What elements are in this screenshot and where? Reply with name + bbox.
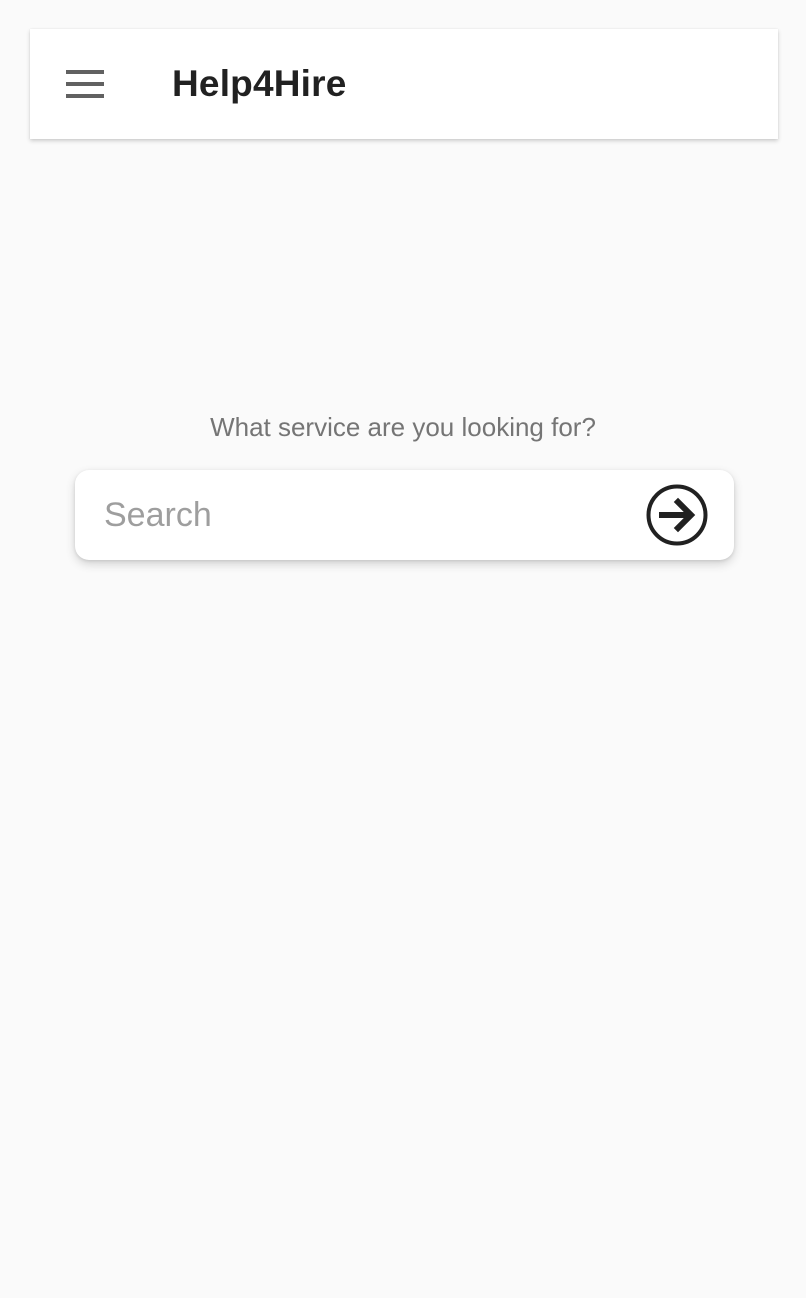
hamburger-menu-icon	[66, 70, 104, 98]
search-input[interactable]	[104, 470, 624, 560]
search-bar	[75, 470, 734, 560]
arrow-right-circle-icon	[645, 483, 709, 547]
app-bar: Help4Hire	[30, 29, 778, 139]
menu-button[interactable]	[58, 60, 112, 108]
search-prompt-label: What service are you looking for?	[210, 412, 596, 442]
search-submit-button[interactable]	[644, 482, 710, 548]
app-title: Help4Hire	[172, 63, 347, 104]
